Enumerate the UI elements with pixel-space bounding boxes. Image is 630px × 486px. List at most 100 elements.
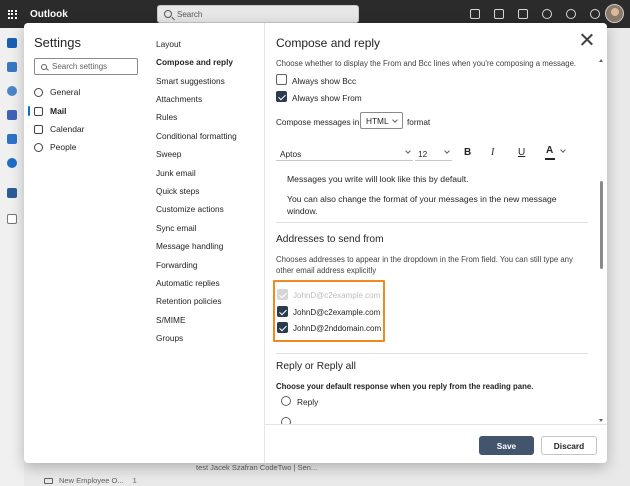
compose-reply-pane: Compose and reply Choose whether to disp… <box>265 23 607 463</box>
mail-item-quick-steps[interactable]: Quick steps <box>156 186 199 196</box>
settings-categories-pane: Settings Search settings General Mail Ca… <box>24 23 148 463</box>
preview-line-3: window. <box>287 206 318 216</box>
people-icon <box>34 142 43 152</box>
meet-now-icon[interactable] <box>470 9 480 19</box>
more-apps-icon[interactable] <box>7 188 17 198</box>
address-label-2: JohnD@c2example.com <box>293 308 381 317</box>
preview-line-2: You can also change the format of your m… <box>287 194 557 204</box>
mail-item-conditional-formatting[interactable]: Conditional formatting <box>156 131 237 141</box>
address-checkbox-3[interactable] <box>277 322 288 333</box>
mail-item-sweep[interactable]: Sweep <box>156 149 181 159</box>
mail-item-layout[interactable]: Layout <box>156 39 181 49</box>
mail-item-smart-suggestions[interactable]: Smart suggestions <box>156 76 225 86</box>
onedrive-app-icon[interactable] <box>7 158 17 168</box>
teams-icon[interactable] <box>494 9 504 19</box>
background-mail-row: test Jacek Szafran CodeTwo | Sen... <box>196 463 318 472</box>
font-color-button[interactable]: A <box>545 145 567 160</box>
mail-app-icon[interactable] <box>7 38 17 48</box>
bold-button[interactable]: B <box>464 147 471 158</box>
dialog-footer: Save Discard <box>265 424 607 463</box>
settings-search-input[interactable]: Search settings <box>34 58 138 75</box>
mail-item-attachments[interactable]: Attachments <box>156 94 202 104</box>
font-size-dropdown[interactable] <box>415 144 452 161</box>
reply-radio[interactable] <box>281 396 291 406</box>
preview-line-1: Messages you write will look like this b… <box>287 174 469 184</box>
app-name: Outlook <box>30 8 68 20</box>
background-folder-count: 1 <box>132 476 137 485</box>
mail-item-customize-actions[interactable]: Customize actions <box>156 204 224 214</box>
addresses-description-1: Chooses addresses to appear in the dropd… <box>276 255 573 264</box>
mail-icon <box>34 106 43 116</box>
save-button[interactable]: Save <box>479 436 534 455</box>
format-label: format <box>407 118 431 127</box>
chevron-down-icon <box>560 147 567 153</box>
italic-button[interactable]: I <box>491 147 494 158</box>
category-calendar[interactable]: Calendar <box>34 121 85 137</box>
chevron-down-icon <box>405 148 411 154</box>
chevron-down-icon <box>392 117 398 123</box>
settings-title: Settings <box>34 35 81 50</box>
reply-all-radio[interactable] <box>281 417 291 424</box>
category-calendar-label: Calendar <box>50 124 85 134</box>
mail-settings-list: Layout Compose and reply Smart suggestio… <box>148 23 265 463</box>
font-color-swatch <box>545 158 555 160</box>
mail-item-forwarding[interactable]: Forwarding <box>156 260 198 270</box>
address-checkbox-2[interactable] <box>277 306 288 317</box>
divider <box>276 353 588 354</box>
font-color-label: A <box>546 145 554 156</box>
global-search-input[interactable]: Search <box>157 5 359 23</box>
category-mail[interactable]: Mail <box>28 103 67 119</box>
account-avatar[interactable] <box>605 4 624 23</box>
compose-in-label: Compose messages in <box>276 118 360 127</box>
mail-item-sync-email[interactable]: Sync email <box>156 223 197 233</box>
mail-item-automatic-replies[interactable]: Automatic replies <box>156 278 220 288</box>
groups-app-icon[interactable] <box>7 110 17 120</box>
mail-item-retention-policies[interactable]: Retention policies <box>156 296 222 306</box>
scrollbar-thumb[interactable] <box>600 181 603 269</box>
category-general[interactable]: General <box>34 84 80 100</box>
address-label-1: JohnD@c2example.com <box>293 291 381 300</box>
category-mail-label: Mail <box>50 106 67 116</box>
mail-item-smime[interactable]: S/MIME <box>156 315 186 325</box>
app-launcher-icon[interactable] <box>0 0 24 28</box>
scroll-down-arrow[interactable] <box>599 419 603 422</box>
mail-item-rules[interactable]: Rules <box>156 112 177 122</box>
calendar-app-icon[interactable] <box>7 62 17 72</box>
app-rail <box>0 28 24 486</box>
always-show-from-checkbox[interactable] <box>276 91 287 102</box>
background-folder-label: New Employee O... <box>59 476 124 485</box>
mail-item-groups[interactable]: Groups <box>156 333 183 343</box>
global-search-placeholder: Search <box>177 9 203 19</box>
scroll-up-arrow[interactable] <box>599 59 603 62</box>
addresses-heading: Addresses to send from <box>276 234 384 245</box>
underline-button[interactable]: U <box>518 147 525 158</box>
search-icon <box>41 63 47 70</box>
mail-item-message-handling[interactable]: Message handling <box>156 241 223 251</box>
settings-scroll-area[interactable]: Choose whether to display the From and B… <box>265 56 607 424</box>
background-folder-row: New Employee O... 1 <box>44 476 137 485</box>
address-label-3: JohnD@2nddomain.com <box>293 324 382 333</box>
my-day-icon[interactable] <box>518 9 528 19</box>
always-show-bcc-label: Always show Bcc <box>292 76 357 86</box>
pane-title: Compose and reply <box>276 36 381 50</box>
divider <box>276 222 588 223</box>
help-icon[interactable] <box>590 9 600 19</box>
todo-app-icon[interactable] <box>7 134 17 144</box>
discard-button[interactable]: Discard <box>541 436 597 455</box>
addresses-description-2: other email address explicitly <box>276 266 377 275</box>
settings-gear-icon[interactable] <box>566 9 576 19</box>
always-show-bcc-checkbox[interactable] <box>276 74 287 85</box>
notifications-bell-icon[interactable] <box>542 9 552 19</box>
mail-item-compose-and-reply[interactable]: Compose and reply <box>156 57 233 67</box>
reply-heading: Reply or Reply all <box>276 361 356 372</box>
compose-format-dropdown[interactable]: HTML <box>360 112 403 129</box>
category-people[interactable]: People <box>34 139 76 155</box>
mail-item-junk-email[interactable]: Junk email <box>156 168 196 178</box>
people-app-icon[interactable] <box>7 86 17 96</box>
always-show-from-label: Always show From <box>292 93 362 103</box>
apps-grid-icon[interactable] <box>7 214 17 224</box>
close-icon[interactable] <box>579 32 595 48</box>
font-name-dropdown[interactable] <box>276 144 413 161</box>
compose-format-value: HTML <box>366 115 389 126</box>
gear-icon <box>34 87 43 97</box>
